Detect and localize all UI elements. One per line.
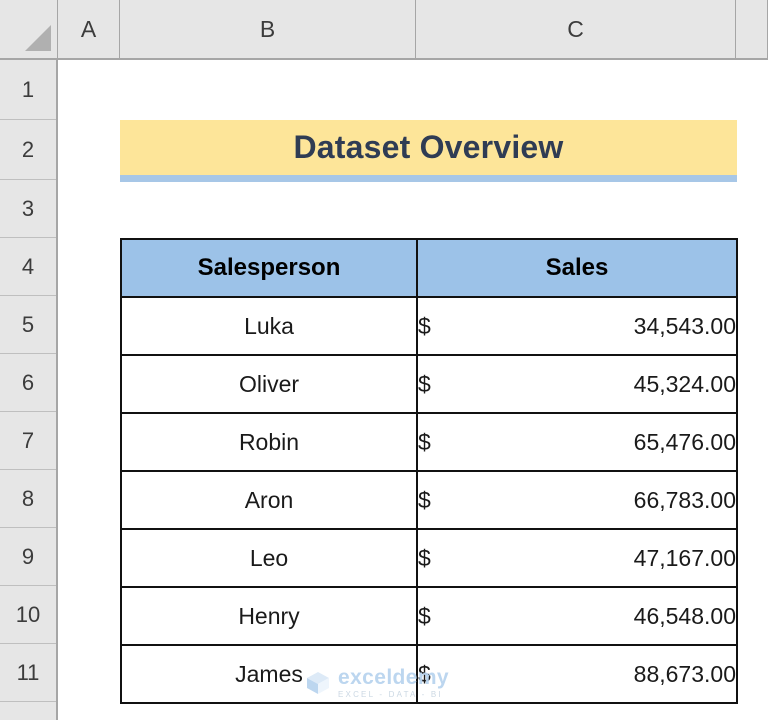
table-row: Leo $47,167.00	[120, 528, 738, 588]
column-header-b-label: B	[259, 15, 276, 42]
row-header-5[interactable]: 5	[0, 296, 56, 354]
sales-amount: 34,543.00	[633, 312, 736, 339]
column-header-a[interactable]: A	[58, 0, 120, 58]
table-row: James $88,673.00	[120, 644, 738, 704]
cell-salesperson[interactable]: Luka	[120, 296, 418, 356]
row-header-label: 5	[21, 311, 35, 337]
cell-sales[interactable]: $88,673.00	[416, 644, 738, 704]
title-underline-bar	[120, 175, 737, 182]
cell-sales[interactable]: $46,548.00	[416, 586, 738, 646]
row-header-8[interactable]: 8	[0, 470, 56, 528]
sales-amount: 88,673.00	[633, 660, 736, 687]
select-all-button[interactable]	[0, 0, 58, 58]
column-header-strip: A B C	[0, 0, 768, 60]
table-row: Luka $34,543.00	[120, 296, 738, 356]
sales-amount: 65,476.00	[633, 428, 736, 455]
column-header-b[interactable]: B	[120, 0, 416, 58]
column-header-c[interactable]: C	[416, 0, 736, 58]
table-row: Henry $46,548.00	[120, 586, 738, 646]
table-row: Aron $66,783.00	[120, 470, 738, 530]
cell-sales[interactable]: $45,324.00	[416, 354, 738, 414]
column-header-a-label: A	[80, 15, 97, 42]
sales-amount: 66,783.00	[633, 486, 736, 513]
row-header-6[interactable]: 6	[0, 354, 56, 412]
row-header-label: 10	[15, 601, 41, 627]
row-header-label: 7	[21, 427, 35, 453]
sales-value-wrapper: $46,548.00	[418, 603, 736, 630]
currency-symbol: $	[418, 312, 431, 339]
sales-value-wrapper: $88,673.00	[418, 661, 736, 688]
select-all-triangle-icon	[25, 25, 51, 51]
sales-value-wrapper: $66,783.00	[418, 487, 736, 514]
row-header-3[interactable]: 3	[0, 180, 56, 238]
column-header-sales[interactable]: Sales	[416, 238, 738, 298]
row-header-label: 1	[21, 76, 35, 102]
row-header-label: 9	[21, 543, 35, 569]
cell-salesperson[interactable]: James	[120, 644, 418, 704]
sales-data-table: Salesperson Sales Luka $34,543.00 Oliver $4…	[120, 238, 738, 704]
table-row: Oliver $45,324.00	[120, 354, 738, 414]
row-header-label: 6	[21, 369, 35, 395]
table-header-row: Salesperson Sales	[120, 238, 738, 298]
sales-value-wrapper: $47,167.00	[418, 545, 736, 572]
sales-value-wrapper: $45,324.00	[418, 371, 736, 398]
currency-symbol: $	[418, 370, 431, 397]
cell-sales[interactable]: $47,167.00	[416, 528, 738, 588]
currency-symbol: $	[418, 544, 431, 571]
cell-sales[interactable]: $65,476.00	[416, 412, 738, 472]
row-header-2[interactable]: 2	[0, 120, 56, 180]
cell-salesperson[interactable]: Oliver	[120, 354, 418, 414]
table-row: Robin $65,476.00	[120, 412, 738, 472]
cell-sales[interactable]: $34,543.00	[416, 296, 738, 356]
row-header-9[interactable]: 9	[0, 528, 56, 586]
sales-value-wrapper: $34,543.00	[418, 313, 736, 340]
row-header-4[interactable]: 4	[0, 238, 56, 296]
row-header-7[interactable]: 7	[0, 412, 56, 470]
row-header-1[interactable]: 1	[0, 60, 56, 120]
spreadsheet-grid: A B C 1 2 3 4 5 6 7 8 9 10 11 Dataset Overview Sal…	[0, 0, 768, 720]
dataset-title-banner[interactable]: Dataset Overview	[120, 120, 737, 175]
currency-symbol: $	[418, 486, 431, 513]
sales-amount: 45,324.00	[633, 370, 736, 397]
cell-sales[interactable]: $66,783.00	[416, 470, 738, 530]
currency-symbol: $	[418, 602, 431, 629]
row-header-11[interactable]: 11	[0, 644, 56, 702]
cell-salesperson[interactable]: Robin	[120, 412, 418, 472]
cell-salesperson[interactable]: Aron	[120, 470, 418, 530]
sales-amount: 47,167.00	[633, 544, 736, 571]
row-header-strip: 1 2 3 4 5 6 7 8 9 10 11	[0, 60, 58, 720]
sales-value-wrapper: $65,476.00	[418, 429, 736, 456]
sales-amount: 46,548.00	[633, 602, 736, 629]
row-header-label: 8	[21, 485, 35, 511]
currency-symbol: $	[418, 428, 431, 455]
column-header-salesperson[interactable]: Salesperson	[120, 238, 418, 298]
page-title: Dataset Overview	[293, 129, 564, 165]
cell-salesperson[interactable]: Henry	[120, 586, 418, 646]
cells-area: Dataset Overview Salesperson Sales Luka $…	[60, 60, 768, 720]
column-header-c-label: C	[567, 15, 584, 42]
row-header-10[interactable]: 10	[0, 586, 56, 644]
row-header-label: 4	[21, 253, 35, 279]
column-header-d[interactable]	[736, 0, 768, 58]
row-header-label: 11	[16, 659, 40, 685]
row-header-label: 3	[21, 195, 35, 221]
row-header-label: 2	[21, 136, 35, 162]
currency-symbol: $	[418, 660, 431, 687]
cell-salesperson[interactable]: Leo	[120, 528, 418, 588]
